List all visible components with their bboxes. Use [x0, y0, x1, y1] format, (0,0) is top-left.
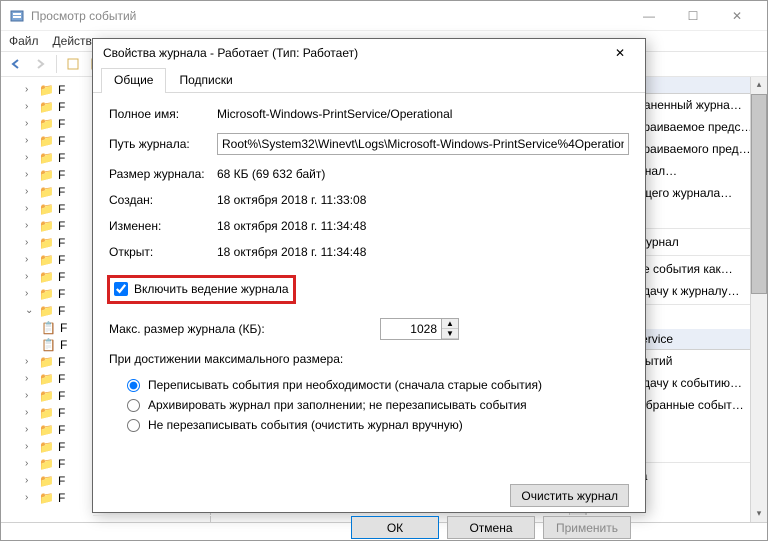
- maximize-button[interactable]: ☐: [671, 2, 715, 30]
- dialog-body: Полное имя: Microsoft-Windows-PrintServic…: [93, 93, 645, 515]
- enable-logging-highlight: Включить ведение журнала: [107, 275, 296, 304]
- dialog-close-button[interactable]: ✕: [605, 39, 635, 67]
- tab-general[interactable]: Общие: [101, 68, 166, 93]
- path-label: Путь журнала:: [109, 137, 207, 151]
- actions-scrollbar[interactable]: ▴ ▾: [750, 77, 767, 522]
- opened-label: Открыт:: [109, 245, 207, 259]
- menu-file[interactable]: Файл: [9, 34, 39, 48]
- max-size-spinner[interactable]: ▲▼: [380, 318, 459, 340]
- max-size-input[interactable]: [381, 319, 441, 339]
- path-input[interactable]: [217, 133, 629, 155]
- created-label: Создан:: [109, 193, 207, 207]
- apply-button[interactable]: Применить: [543, 516, 631, 539]
- radio-archive[interactable]: Архивировать журнал при заполнении; не п…: [127, 398, 629, 412]
- properties-dialog: Свойства журнала - Работает (Тип: Работа…: [92, 38, 646, 513]
- back-button[interactable]: [5, 53, 27, 75]
- size-label: Размер журнала:: [109, 167, 207, 181]
- title-bar: Просмотр событий — ☐ ✕: [1, 1, 767, 31]
- opened-value: 18 октября 2018 г. 11:34:48: [217, 245, 629, 259]
- max-size-label: Макс. размер журнала (КБ):: [109, 322, 265, 336]
- full-name-value: Microsoft-Windows-PrintService/Operation…: [217, 107, 629, 121]
- toolbar-btn-1[interactable]: [62, 53, 84, 75]
- ok-button[interactable]: ОК: [351, 516, 439, 539]
- created-value: 18 октября 2018 г. 11:33:08: [217, 193, 629, 207]
- dialog-tabs: Общие Подписки: [93, 67, 645, 93]
- dialog-title: Свойства журнала - Работает (Тип: Работа…: [103, 46, 605, 60]
- forward-button[interactable]: [29, 53, 51, 75]
- max-reached-label: При достижении максимального размера:: [109, 352, 629, 366]
- close-button[interactable]: ✕: [715, 2, 759, 30]
- spin-up-icon[interactable]: ▲: [442, 319, 458, 329]
- radio-no-overwrite[interactable]: Не перезаписывать события (очистить журн…: [127, 418, 629, 432]
- dialog-title-bar: Свойства журнала - Работает (Тип: Работа…: [93, 39, 645, 67]
- tab-subscriptions[interactable]: Подписки: [166, 68, 245, 93]
- separator: [56, 55, 57, 73]
- cancel-button[interactable]: Отмена: [447, 516, 535, 539]
- clear-journal-button[interactable]: Очистить журнал: [510, 484, 629, 507]
- window-buttons: — ☐ ✕: [627, 2, 759, 30]
- spin-down-icon[interactable]: ▼: [442, 329, 458, 339]
- app-title: Просмотр событий: [31, 9, 627, 23]
- enable-logging-checkbox[interactable]: [114, 282, 128, 296]
- radio-overwrite[interactable]: Переписывать события при необходимости (…: [127, 378, 629, 392]
- full-name-label: Полное имя:: [109, 107, 207, 121]
- enable-logging-label: Включить ведение журнала: [134, 282, 289, 296]
- size-value: 68 КБ (69 632 байт): [217, 167, 629, 181]
- app-icon: [9, 8, 25, 24]
- minimize-button[interactable]: —: [627, 2, 671, 30]
- dialog-footer: ОК Отмена Применить: [93, 515, 645, 539]
- modified-label: Изменен:: [109, 219, 207, 233]
- modified-value: 18 октября 2018 г. 11:34:48: [217, 219, 629, 233]
